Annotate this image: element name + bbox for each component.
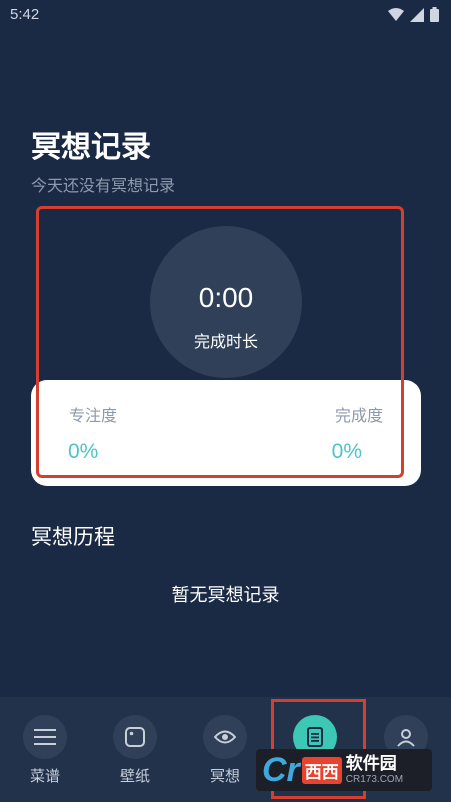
focus-value: 0%	[68, 440, 99, 463]
page-subtitle: 今天还没有冥想记录	[31, 178, 176, 195]
menu-icon	[23, 715, 67, 759]
status-icons	[388, 7, 439, 22]
completion-value: 0%	[331, 440, 362, 463]
watermark-url: CR173.COM	[345, 773, 404, 785]
signal-icon	[410, 7, 424, 22]
tab-label: 冥想	[209, 768, 240, 785]
watermark-letters: Cr	[262, 751, 300, 789]
stats-card: 专注度 0% 完成度 0%	[31, 380, 421, 486]
history-title: 冥想历程	[31, 526, 115, 549]
tab-label: 菜谱	[29, 768, 60, 785]
duration-label: 完成时长	[193, 334, 258, 351]
duration-circle: 0:00 完成时长	[150, 226, 302, 378]
status-bar: 5:42	[0, 0, 451, 32]
watermark-name: 软件园	[345, 754, 397, 774]
watermark-badge: 西西	[301, 756, 342, 784]
focus-label: 专注度	[69, 408, 118, 425]
tab-recipes[interactable]: 菜谱	[15, 715, 75, 795]
tab-meditation[interactable]: 冥想	[195, 715, 255, 795]
history-empty-text: 暂无冥想记录	[171, 585, 280, 605]
tab-wallpaper[interactable]: 壁纸	[105, 715, 165, 795]
watermark-text: 软件园 CR173.COM	[345, 754, 404, 785]
eye-icon	[203, 715, 247, 759]
page-title: 冥想记录	[31, 131, 151, 164]
wallpaper-icon	[113, 715, 157, 759]
duration-value: 0:00	[198, 282, 254, 313]
status-time: 5:42	[10, 6, 40, 23]
battery-icon	[430, 7, 439, 22]
completion-label: 完成度	[334, 408, 383, 425]
wifi-icon	[388, 7, 404, 21]
watermark-logo: Cr 西西 软件园 CR173.COM	[256, 749, 432, 791]
tab-label: 壁纸	[119, 768, 150, 785]
